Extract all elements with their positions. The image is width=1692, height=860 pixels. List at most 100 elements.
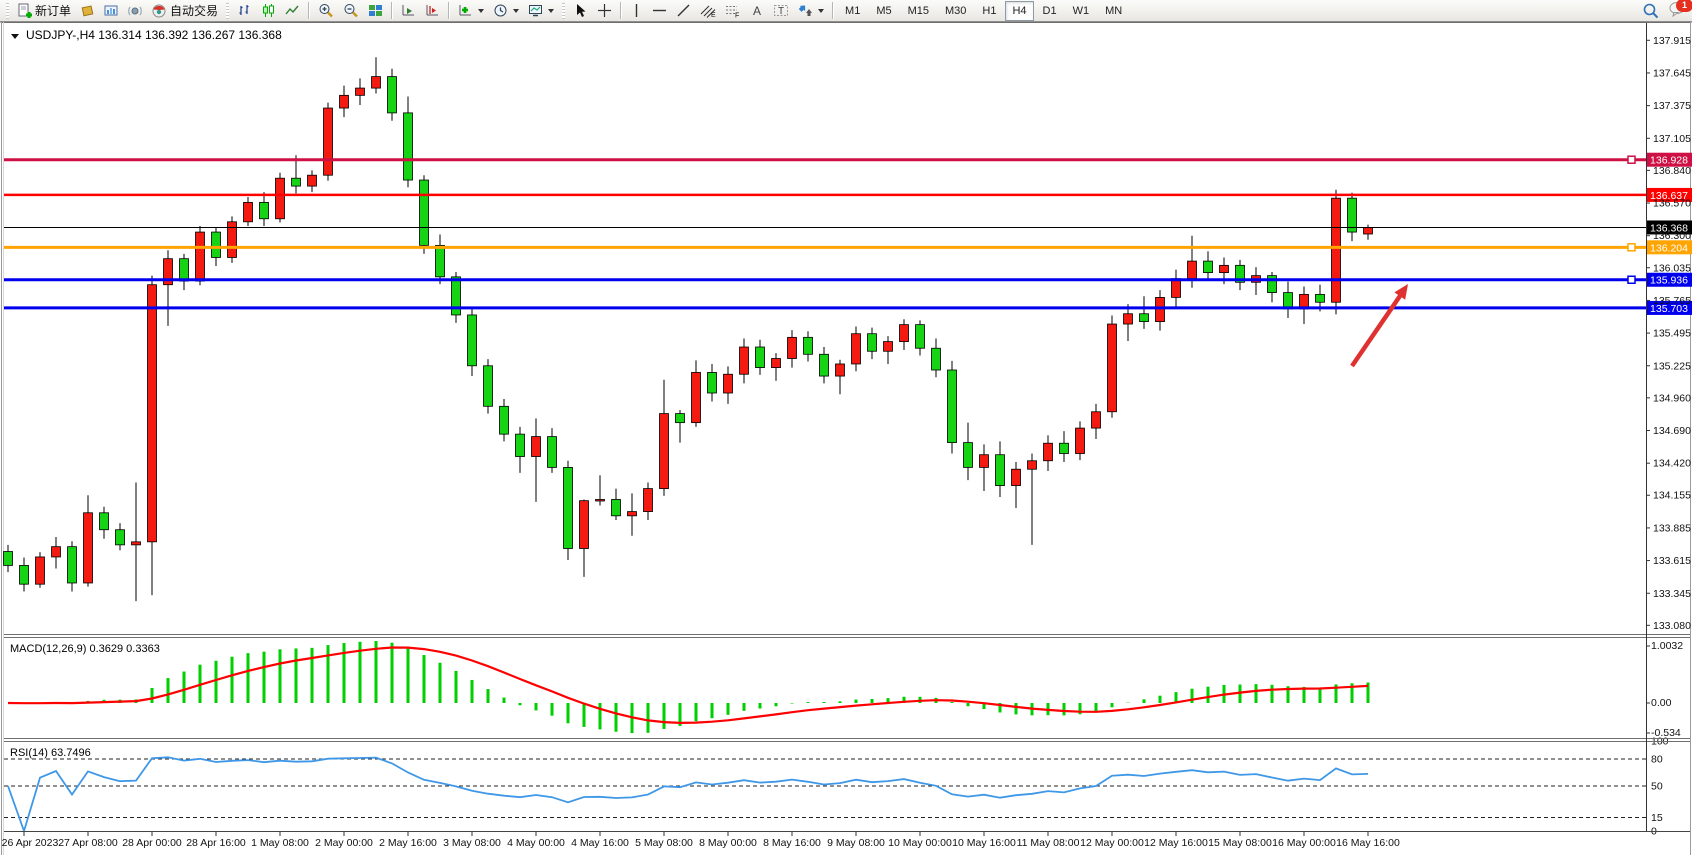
vertical-line-tool[interactable] (626, 1, 647, 21)
candle[interactable] (1156, 290, 1165, 331)
candle[interactable] (404, 97, 413, 188)
timeframe-m1[interactable]: M1 (838, 1, 867, 21)
candle[interactable] (1092, 404, 1101, 439)
candle[interactable] (68, 541, 77, 591)
candle[interactable] (1268, 272, 1277, 302)
candle[interactable] (804, 331, 813, 361)
text-label-tool[interactable]: T (769, 1, 793, 21)
candle[interactable] (1172, 270, 1181, 308)
candle[interactable] (692, 360, 701, 427)
symbol-dropdown-icon[interactable] (11, 34, 19, 39)
candle[interactable] (100, 507, 109, 539)
candle[interactable] (116, 523, 125, 550)
candle[interactable] (868, 328, 877, 359)
period-button[interactable] (489, 1, 523, 21)
template-dropdown[interactable] (548, 9, 554, 13)
candle[interactable] (4, 545, 13, 572)
timeframe-m15[interactable]: M15 (901, 1, 936, 21)
candle[interactable] (1012, 462, 1021, 508)
cursor-tool-button[interactable] (569, 1, 592, 21)
candle[interactable] (1044, 435, 1053, 471)
candle[interactable] (164, 250, 173, 326)
candle[interactable] (132, 483, 141, 602)
add-indicator-dropdown[interactable] (478, 9, 484, 13)
time-axis[interactable]: 26 Apr 202327 Apr 08:0028 Apr 00:0028 Ap… (2, 831, 1400, 849)
candle[interactable] (276, 173, 285, 223)
candle[interactable] (756, 340, 765, 375)
candle[interactable] (436, 234, 445, 284)
candle[interactable] (1236, 260, 1245, 290)
candle[interactable] (500, 399, 509, 441)
candle[interactable] (324, 103, 333, 181)
notifications-button[interactable]: 1 (1669, 1, 1686, 22)
candle[interactable] (1076, 421, 1085, 460)
candle[interactable] (916, 320, 925, 355)
arrows-tool[interactable] (794, 1, 828, 21)
candle[interactable] (548, 428, 557, 473)
chart-shift-button[interactable] (421, 1, 444, 21)
candle[interactable] (932, 339, 941, 378)
timeframe-h1[interactable]: H1 (975, 1, 1003, 21)
candle[interactable] (52, 537, 61, 568)
line-anchor[interactable] (1628, 276, 1635, 283)
signal-button[interactable] (124, 1, 147, 21)
search-icon[interactable] (1643, 3, 1659, 19)
candle[interactable] (676, 410, 685, 443)
candle[interactable] (196, 226, 205, 285)
candlestick-mode-button[interactable] (257, 1, 280, 21)
candle[interactable] (532, 418, 541, 501)
candle[interactable] (948, 361, 957, 454)
auto-scroll-button[interactable] (397, 1, 420, 21)
profile-button[interactable] (76, 1, 99, 21)
candle[interactable] (660, 380, 669, 496)
candle[interactable] (980, 444, 989, 491)
zoom-in-button[interactable] (314, 1, 338, 21)
candlestick-series[interactable] (4, 57, 1373, 601)
bar-chart-mode-button[interactable] (233, 1, 256, 21)
candle[interactable] (724, 366, 733, 404)
candle[interactable] (1332, 190, 1341, 315)
candle[interactable] (84, 495, 93, 586)
timeframe-w1[interactable]: W1 (1066, 1, 1097, 21)
line-chart-mode-button[interactable] (281, 1, 304, 21)
candle[interactable] (788, 330, 797, 368)
candle[interactable] (1204, 251, 1213, 280)
candle[interactable] (1284, 282, 1293, 318)
candle[interactable] (1060, 431, 1069, 462)
candle[interactable] (1028, 454, 1037, 545)
period-dropdown[interactable] (513, 9, 519, 13)
template-button[interactable] (524, 1, 558, 21)
candle[interactable] (388, 69, 397, 121)
candle[interactable] (628, 493, 637, 535)
candle[interactable] (372, 57, 381, 93)
candle[interactable] (180, 254, 189, 290)
candle[interactable] (1108, 316, 1117, 418)
text-tool[interactable]: A (746, 1, 768, 21)
autotrade-button[interactable]: 自动交易 (148, 1, 222, 21)
line-anchor[interactable] (1628, 156, 1635, 163)
candle[interactable] (564, 461, 573, 560)
candle[interactable] (468, 308, 477, 376)
candle[interactable] (964, 423, 973, 480)
candle[interactable] (996, 441, 1005, 497)
candle[interactable] (1348, 193, 1357, 241)
candle[interactable] (1300, 287, 1309, 325)
timeframe-h4[interactable]: H4 (1005, 1, 1033, 21)
candle[interactable] (308, 170, 317, 192)
candle[interactable] (1124, 304, 1133, 341)
candle[interactable] (244, 197, 253, 226)
arrows-dropdown[interactable] (818, 9, 824, 13)
chart-canvas[interactable]: 136.928136.637136.368136.204135.936135.7… (0, 22, 1692, 855)
annotation-arrow[interactable] (1352, 284, 1408, 366)
timeframe-m30[interactable]: M30 (938, 1, 973, 21)
candle[interactable] (820, 347, 829, 383)
candle[interactable] (612, 489, 621, 520)
tile-windows-button[interactable] (364, 1, 387, 21)
candle[interactable] (356, 78, 365, 105)
channel-tool[interactable]: E (696, 1, 720, 21)
chart-window[interactable]: 136.928136.637136.368136.204135.936135.7… (0, 22, 1692, 855)
candle[interactable] (340, 86, 349, 117)
macd-pane[interactable]: 1.00320.00-0.534 (8, 640, 1683, 739)
horizontal-level-lines[interactable] (4, 156, 1646, 308)
candle[interactable] (228, 216, 237, 263)
